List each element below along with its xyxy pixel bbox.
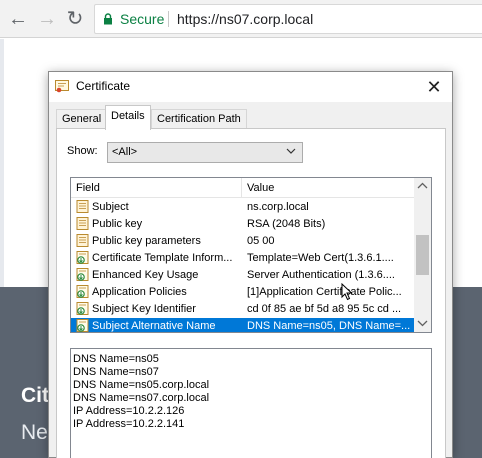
cert-extension-icon [76,268,89,281]
cert-field-icon [76,200,89,213]
cert-field-icon [76,234,89,247]
close-button[interactable]: ✕ [419,74,449,100]
certificate-dialog: Certificate ✕ General Details Certificat… [48,71,453,458]
row-field-value: DNS Name=ns05, DNS Name=... [247,320,411,332]
show-filter-value: <All> [112,146,138,158]
lock-icon [104,13,112,25]
reload-icon[interactable]: ↻ [63,7,87,31]
back-arrow-icon[interactable]: ← [6,7,30,31]
omnibox-divider [168,11,169,27]
value-line: DNS Name=ns07 [73,366,159,378]
tab-details[interactable]: Details [105,105,151,130]
browser-toolbar: ← → ↻ Secure https://ns07.corp.local [0,0,482,38]
row-field-value: 05 00 [247,235,275,247]
value-line: DNS Name=ns05.corp.local [73,379,210,391]
row-field-name: Public key parameters [92,235,201,247]
column-divider[interactable] [241,178,242,198]
dialog-title: Certificate [76,79,131,93]
list-scrollbar[interactable] [414,178,431,332]
row-field-value: [1]Application Certificate Polic... [247,286,402,298]
cert-field-icon [76,217,89,230]
page-subheading: Ne [21,421,48,444]
row-field-name: Subject Alternative Name [92,320,216,332]
address-bar[interactable]: Secure https://ns07.corp.local [94,4,482,34]
row-field-value: ns.corp.local [247,201,309,213]
details-tab-panel: Show: <All> Field Value Subject ns.corp.l… [56,128,446,458]
cert-extension-icon [76,302,89,315]
show-label: Show: [67,145,98,157]
url-host: ns07.corp.local [219,11,314,27]
table-row[interactable]: Public key RSA (2048 Bits) [71,216,414,233]
mouse-pointer-icon [341,283,353,301]
scrollbar-thumb[interactable] [416,235,429,275]
certificate-icon [55,80,69,93]
value-line: IP Address=10.2.2.126 [73,405,185,417]
value-line: IP Address=10.2.2.141 [73,418,185,430]
scroll-up-icon[interactable] [414,178,431,195]
cert-extension-icon [76,251,89,264]
chevron-down-icon [286,148,296,154]
row-field-value: RSA (2048 Bits) [247,218,326,230]
table-row[interactable]: Subject ns.corp.local [71,199,414,216]
url-text: https://ns07.corp.local [177,11,313,27]
table-row[interactable]: Certificate Template Inform... Template=W… [71,250,414,267]
table-row[interactable]: Subject Key Identifier cd 0f 85 ae bf 5d … [71,301,414,318]
row-field-name: Certificate Template Inform... [92,252,233,264]
table-row[interactable]: Subject Alternative Name DNS Name=ns05, D… [71,318,414,332]
field-value-textbox[interactable]: DNS Name=ns05 DNS Name=ns07 DNS Name=ns05.… [70,348,432,458]
tab-certification-path[interactable]: Certification Path [151,109,247,129]
row-field-value: Server Authentication (1.3.6.... [247,269,395,281]
row-field-name: Enhanced Key Usage [92,269,199,281]
cert-extension-icon [76,285,89,298]
row-field-name: Public key [92,218,143,230]
table-row[interactable]: Public key parameters 05 00 [71,233,414,250]
value-line: DNS Name=ns05 [73,353,159,365]
row-field-value: cd 0f 85 ae bf 5d a8 95 5c cd ... [247,303,402,315]
table-row[interactable]: Application Policies [1]Application Certi… [71,284,414,301]
row-field-name: Application Policies [92,286,187,298]
dialog-titlebar[interactable]: Certificate ✕ [49,72,452,102]
tab-general[interactable]: General [56,109,108,129]
row-field-name: Subject [92,201,129,213]
table-row[interactable]: Enhanced Key Usage Server Authentication … [71,267,414,284]
show-filter-dropdown[interactable]: <All> [107,142,303,163]
column-header-value[interactable]: Value [247,182,274,194]
page-heading: Cit [21,384,49,407]
close-icon: ✕ [426,77,442,97]
row-field-name: Subject Key Identifier [92,303,196,315]
value-line: DNS Name=ns07.corp.local [73,392,210,404]
row-field-value: Template=Web Cert(1.3.6.1.... [247,252,394,264]
certificate-fields-list[interactable]: Field Value Subject ns.corp.local Public k… [70,177,432,333]
column-header-field[interactable]: Field [76,182,100,194]
forward-arrow-icon[interactable]: → [35,7,59,31]
secure-label: Secure [120,11,165,27]
scroll-down-icon[interactable] [414,315,431,332]
url-scheme: https:// [177,11,220,27]
list-header: Field Value [71,178,414,198]
cert-extension-icon [76,319,89,332]
